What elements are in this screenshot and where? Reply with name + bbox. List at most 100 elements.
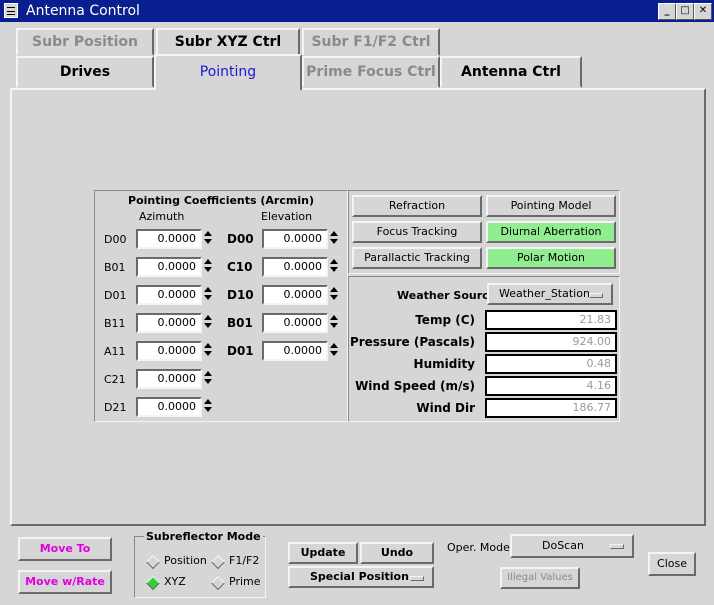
increment-icon[interactable] <box>204 259 212 264</box>
oper-mode-select[interactable]: DoScan <box>510 534 634 558</box>
position-radio-icon[interactable] <box>145 554 161 570</box>
oper-mode-label: Oper. Mode: <box>447 541 514 554</box>
diurnal-aberration-button[interactable]: Diurnal Aberration <box>486 221 616 243</box>
el-coef-label: D00 <box>227 232 254 246</box>
temp-label: Temp (C) <box>415 313 475 327</box>
tab-subr-xyz-ctrl[interactable]: Subr XYZ Ctrl <box>156 28 300 56</box>
xyz-radio-icon[interactable] <box>145 575 161 591</box>
el-d01-input[interactable]: 0.0000 <box>262 341 328 361</box>
tab-subr-f1f2-ctrl: Subr F1/F2 Ctrl <box>302 28 440 56</box>
az-d00-input[interactable]: 0.0000 <box>136 229 202 249</box>
el-d00-input[interactable]: 0.0000 <box>262 229 328 249</box>
decrement-icon[interactable] <box>330 239 338 244</box>
pressure-field: 924.00 <box>485 332 617 352</box>
oper-mode-value: DoScan <box>542 539 584 552</box>
wind-dir-field: 186.77 <box>485 398 617 418</box>
el-b01-input[interactable]: 0.0000 <box>262 313 328 333</box>
pointing-coefficients-panel: Pointing Coefficients (Arcmin) Azimuth E… <box>94 190 348 422</box>
f1f2-radio-icon[interactable] <box>210 554 226 570</box>
az-coef-label: A11 <box>104 345 126 358</box>
pointing-coefficients-title: Pointing Coefficients (Arcmin) <box>128 194 314 207</box>
az-b01-input[interactable]: 0.0000 <box>136 257 202 277</box>
polar-motion-button[interactable]: Polar Motion <box>486 247 616 269</box>
weather-source-value: Weather_Station <box>499 287 590 300</box>
el-coef-label: C10 <box>227 260 253 274</box>
el-coef-label: D01 <box>227 344 254 358</box>
increment-icon[interactable] <box>204 287 212 292</box>
az-coef-label: D01 <box>104 289 127 302</box>
decrement-icon[interactable] <box>204 379 212 384</box>
decrement-icon[interactable] <box>204 239 212 244</box>
weather-source-select[interactable]: Weather_Station <box>487 283 613 305</box>
tab-drives[interactable]: Drives <box>16 56 154 88</box>
window-menu-icon[interactable] <box>4 3 18 18</box>
parallactic-tracking-button[interactable]: Parallactic Tracking <box>352 247 482 269</box>
az-c21-input[interactable]: 0.0000 <box>136 369 202 389</box>
decrement-icon[interactable] <box>330 295 338 300</box>
az-coef-label: B01 <box>104 261 126 274</box>
mode-position-label: Position <box>164 554 207 567</box>
temp-field: 21.83 <box>485 310 617 330</box>
mode-prime-label: Prime <box>229 575 261 588</box>
undo-button[interactable]: Undo <box>360 542 434 564</box>
increment-icon[interactable] <box>330 287 338 292</box>
decrement-icon[interactable] <box>204 351 212 356</box>
option-menu-icon <box>610 544 624 549</box>
increment-icon[interactable] <box>204 371 212 376</box>
tab-subr-position-ctrl: Subr Position Ctrl <box>16 28 154 74</box>
focus-tracking-button[interactable]: Focus Tracking <box>352 221 482 243</box>
option-menu-icon <box>410 576 424 581</box>
elevation-header: Elevation <box>261 210 313 223</box>
increment-icon[interactable] <box>330 231 338 236</box>
az-b11-input[interactable]: 0.0000 <box>136 313 202 333</box>
option-menu-icon <box>589 293 603 298</box>
wind-speed-field: 4.16 <box>485 376 617 396</box>
prime-radio-icon[interactable] <box>210 575 226 591</box>
decrement-icon[interactable] <box>204 323 212 328</box>
illegal-values-button: Illegal Values <box>500 567 580 589</box>
el-coef-label: D10 <box>227 288 254 302</box>
decrement-icon[interactable] <box>330 267 338 272</box>
refraction-button[interactable]: Refraction <box>352 195 482 217</box>
update-button[interactable]: Update <box>288 542 358 564</box>
decrement-icon[interactable] <box>204 407 212 412</box>
weather-source-label: Weather Source <box>397 289 497 302</box>
increment-icon[interactable] <box>204 231 212 236</box>
minimize-icon[interactable]: _ <box>658 3 676 20</box>
close-window-icon[interactable]: ✕ <box>694 3 712 20</box>
azimuth-header: Azimuth <box>139 210 185 223</box>
increment-icon[interactable] <box>330 315 338 320</box>
increment-icon[interactable] <box>330 259 338 264</box>
special-position-value: Special Position <box>310 570 409 583</box>
el-d10-input[interactable]: 0.0000 <box>262 285 328 305</box>
close-button[interactable]: Close <box>648 552 696 576</box>
increment-icon[interactable] <box>204 399 212 404</box>
increment-icon[interactable] <box>204 343 212 348</box>
weather-panel: Weather Source Weather_Station Temp (C) … <box>348 276 620 422</box>
decrement-icon[interactable] <box>330 323 338 328</box>
az-coef-label: B11 <box>104 317 126 330</box>
decrement-icon[interactable] <box>204 267 212 272</box>
tab-antenna-ctrl[interactable]: Antenna Ctrl <box>440 56 582 88</box>
move-with-rate-button[interactable]: Move w/Rate <box>18 570 112 594</box>
decrement-icon[interactable] <box>204 295 212 300</box>
subreflector-mode-title: Subreflector Mode <box>144 530 263 543</box>
pointing-model-button[interactable]: Pointing Model <box>486 195 616 217</box>
increment-icon[interactable] <box>330 343 338 348</box>
maximize-icon[interactable]: □ <box>676 3 694 20</box>
wind-speed-label: Wind Speed (m/s) <box>355 379 475 393</box>
az-d21-input[interactable]: 0.0000 <box>136 397 202 417</box>
az-coef-label: D00 <box>104 233 127 246</box>
el-c10-input[interactable]: 0.0000 <box>262 257 328 277</box>
move-to-button[interactable]: Move To <box>18 537 112 561</box>
window-title: Antenna Control <box>26 3 140 19</box>
title-bar: Antenna Control _ □ ✕ <box>0 0 714 22</box>
special-position-select[interactable]: Special Position <box>288 566 434 588</box>
increment-icon[interactable] <box>204 315 212 320</box>
az-d01-input[interactable]: 0.0000 <box>136 285 202 305</box>
humidity-label: Humidity <box>413 357 475 371</box>
az-coef-label: C21 <box>104 373 126 386</box>
tab-pointing[interactable]: Pointing <box>154 54 302 90</box>
az-a11-input[interactable]: 0.0000 <box>136 341 202 361</box>
decrement-icon[interactable] <box>330 351 338 356</box>
